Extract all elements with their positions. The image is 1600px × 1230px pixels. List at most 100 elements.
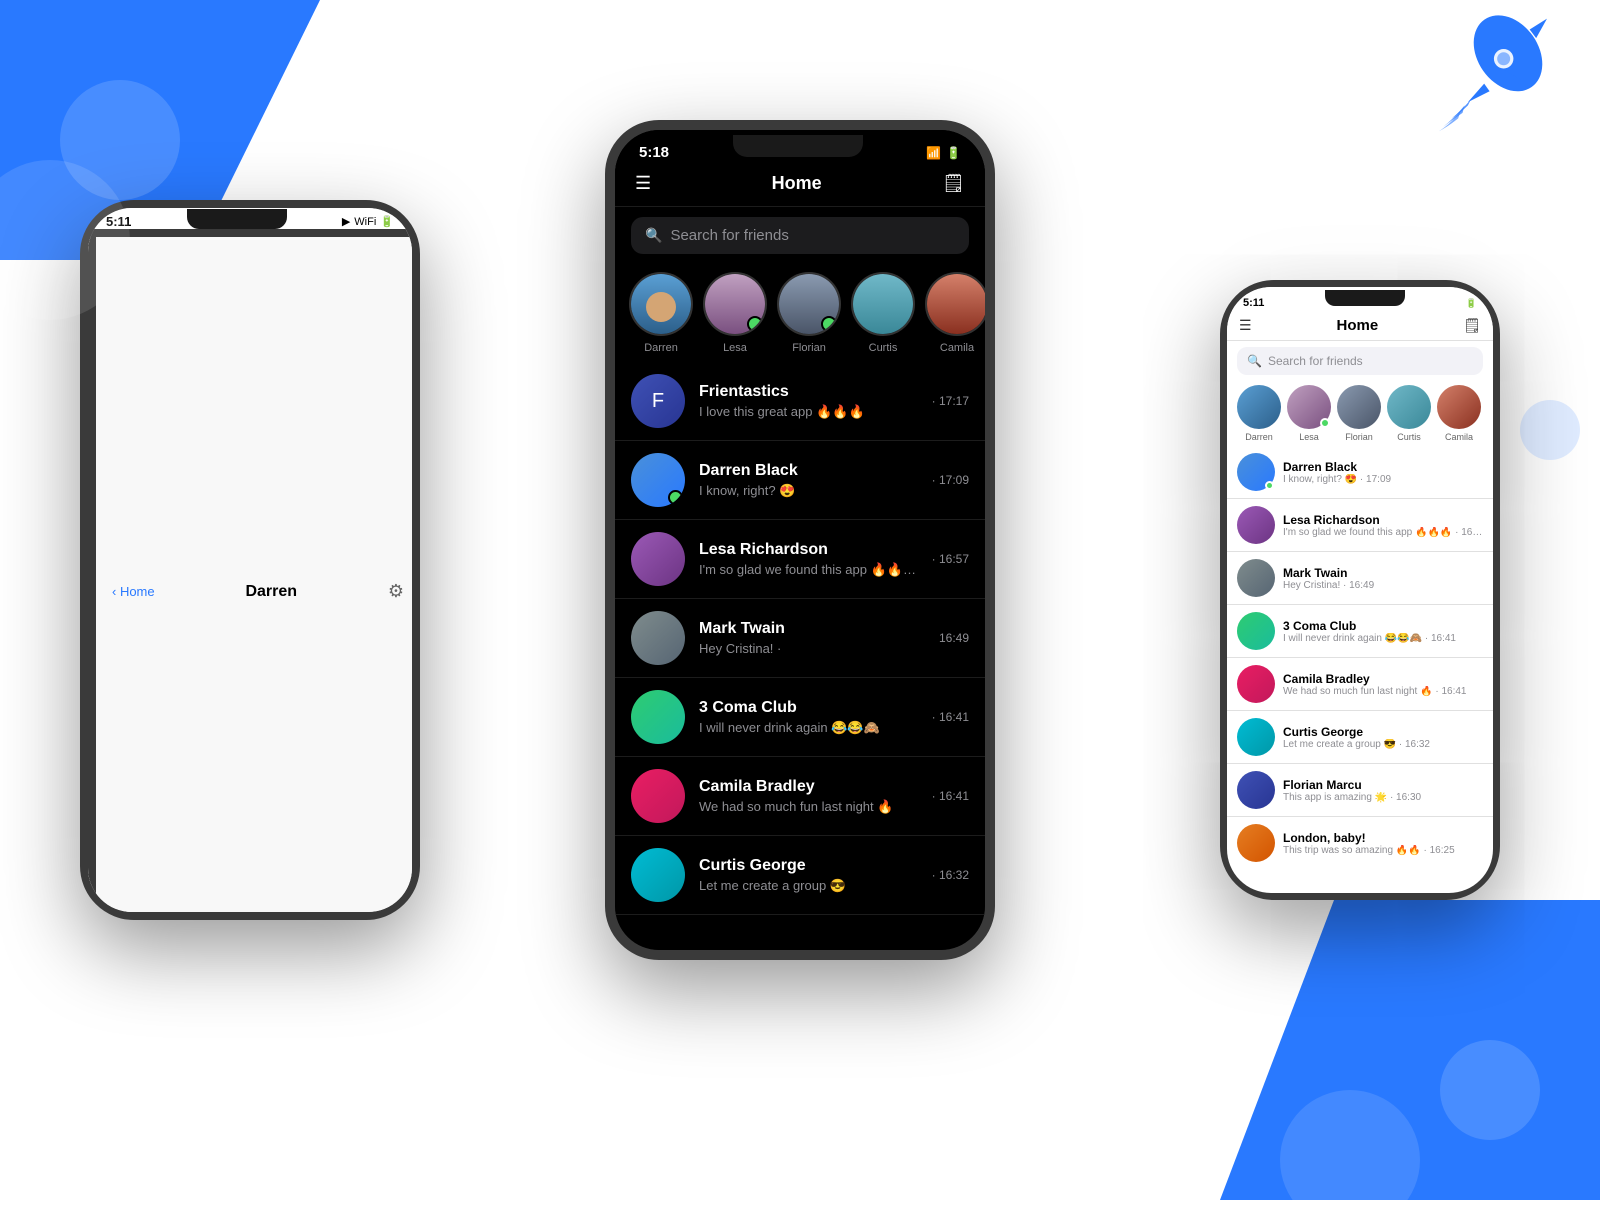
right-chat-item[interactable]: Florian Marcu This app is amazing 🌟 · 16… xyxy=(1227,764,1493,817)
right-compose-icon[interactable]: 🗒 xyxy=(1463,317,1481,334)
chat-name: Frientastics xyxy=(699,383,918,401)
right-story-avatar-darren xyxy=(1237,385,1281,429)
right-chat-avatar xyxy=(1237,718,1275,756)
right-story-label-camila: Camila xyxy=(1445,432,1473,442)
right-search-placeholder[interactable]: Search for friends xyxy=(1268,354,1363,368)
story-item-curtis[interactable]: Curtis xyxy=(851,272,915,354)
chat-preview: I know, right? 😍 xyxy=(699,483,918,499)
chat-item-lesa[interactable]: Lesa Richardson I'm so glad we found thi… xyxy=(615,520,985,599)
chat-avatar-mark xyxy=(631,611,685,665)
center-phone: 5:18 📶 🔋 ☰ Home 🗒 🔍 Search for friends xyxy=(605,120,995,960)
right-chat-item[interactable]: London, baby! This trip was so amazing 🔥… xyxy=(1227,817,1493,869)
right-story-row: Darren Lesa Florian Curtis Camila xyxy=(1227,381,1493,446)
right-phone-screen: 5:11 🔋 ☰ Home 🗒 🔍 Search for friends Dar… xyxy=(1227,287,1493,893)
right-chat-info: Mark Twain Hey Cristina! · 16:49 xyxy=(1283,566,1483,591)
right-chat-info: Darren Black I know, right? 😍 · 17:09 xyxy=(1283,460,1483,485)
right-chat-name: Florian Marcu xyxy=(1283,778,1483,792)
right-search-icon: 🔍 xyxy=(1247,354,1262,368)
chat-item-frientastics[interactable]: F Frientastics I love this great app 🔥🔥🔥… xyxy=(615,362,985,441)
chat-name: 3 Coma Club xyxy=(699,699,918,717)
right-chat-name: London, baby! xyxy=(1283,831,1483,845)
story-label-darren: Darren xyxy=(644,342,678,354)
chat-preview: Let me create a group 😎 xyxy=(699,878,918,894)
center-search-placeholder[interactable]: Search for friends xyxy=(670,227,788,244)
right-chat-info: Curtis George Let me create a group 😎 · … xyxy=(1283,725,1483,750)
chat-item-3coma[interactable]: 3 Coma Club I will never drink again 😂😂🙈… xyxy=(615,678,985,757)
right-story-florian[interactable]: Florian xyxy=(1337,385,1381,442)
right-chat-avatar xyxy=(1237,771,1275,809)
chat-avatar-lesa xyxy=(631,532,685,586)
center-chat-list: F Frientastics I love this great app 🔥🔥🔥… xyxy=(615,362,985,915)
chat-info-lesa: Lesa Richardson I'm so glad we found thi… xyxy=(699,541,918,578)
chat-avatar-darren xyxy=(631,453,685,507)
chat-avatar-camila-bradley xyxy=(631,769,685,823)
story-avatar-darren xyxy=(629,272,693,336)
right-story-lesa[interactable]: Lesa xyxy=(1287,385,1331,442)
right-header-title: Home xyxy=(1337,317,1379,334)
center-phone-screen: 5:18 📶 🔋 ☰ Home 🗒 🔍 Search for friends xyxy=(615,130,985,950)
right-chat-avatar xyxy=(1237,612,1275,650)
right-story-label-darren: Darren xyxy=(1245,432,1273,442)
center-header-title: Home xyxy=(772,173,822,194)
center-menu-icon[interactable]: ☰ xyxy=(635,173,651,194)
story-item-lesa[interactable]: Lesa xyxy=(703,272,767,354)
right-chat-list: Darren Black I know, right? 😍 · 17:09 Le… xyxy=(1227,446,1493,869)
chat-name: Lesa Richardson xyxy=(699,541,918,559)
right-story-curtis[interactable]: Curtis xyxy=(1387,385,1431,442)
right-chat-preview: This trip was so amazing 🔥🔥 · 16:25 xyxy=(1283,845,1483,856)
left-phone-screen: 5:11 ▶ WiFi 🔋 ‹ Home Darren ⚙ Hey Cristi… xyxy=(88,208,412,912)
right-story-label-florian: Florian xyxy=(1345,432,1373,442)
right-chat-item[interactable]: Lesa Richardson I'm so glad we found thi… xyxy=(1227,499,1493,552)
right-story-avatar-lesa xyxy=(1287,385,1331,429)
chat-info-mark: Mark Twain Hey Cristina! · xyxy=(699,620,925,656)
chat-preview: Hey Cristina! · xyxy=(699,641,925,656)
right-chat-item[interactable]: Darren Black I know, right? 😍 · 17:09 xyxy=(1227,446,1493,499)
story-avatar-curtis xyxy=(851,272,915,336)
right-status-icons: 🔋 xyxy=(1466,298,1477,309)
chat-info-3coma: 3 Coma Club I will never drink again 😂😂🙈 xyxy=(699,699,918,736)
chat-item-mark[interactable]: Mark Twain Hey Cristina! · 16:49 xyxy=(615,599,985,678)
right-story-darren[interactable]: Darren xyxy=(1237,385,1281,442)
story-item-florian[interactable]: Florian xyxy=(777,272,841,354)
chat-avatar-frientastics: F xyxy=(631,374,685,428)
chat-time: · 16:32 xyxy=(932,868,969,882)
story-avatar-lesa xyxy=(703,272,767,336)
chat-time: · 16:57 xyxy=(932,552,969,566)
story-label-camila: Camila xyxy=(940,342,974,354)
chat-item-darren-black[interactable]: Darren Black I know, right? 😍 · 17:09 xyxy=(615,441,985,520)
right-chat-item[interactable]: Camila Bradley We had so much fun last n… xyxy=(1227,658,1493,711)
right-menu-icon[interactable]: ☰ xyxy=(1239,317,1252,334)
right-chat-item[interactable]: Mark Twain Hey Cristina! · 16:49 xyxy=(1227,552,1493,605)
chat-item-curtis-george[interactable]: Curtis George Let me create a group 😎 · … xyxy=(615,836,985,915)
left-chat-header: ‹ Home Darren ⚙ xyxy=(88,229,412,912)
chat-avatar-curtis-george xyxy=(631,848,685,902)
right-chat-name: Curtis George xyxy=(1283,725,1483,739)
chat-item-camila-bradley[interactable]: Camila Bradley We had so much fun last n… xyxy=(615,757,985,836)
bg-circle-4 xyxy=(1280,1090,1420,1230)
left-back-button[interactable]: ‹ Home xyxy=(112,584,155,599)
chat-info-camila-bradley: Camila Bradley We had so much fun last n… xyxy=(699,778,918,815)
right-story-label-lesa: Lesa xyxy=(1299,432,1319,442)
left-status-icons: ▶ WiFi 🔋 xyxy=(342,215,394,228)
right-story-camila[interactable]: Camila xyxy=(1437,385,1481,442)
chat-preview: I'm so glad we found this app 🔥🔥🔥 xyxy=(699,562,918,578)
center-status-icons: 📶 🔋 xyxy=(926,146,961,160)
right-chat-preview: I will never drink again 😂😂🙈 · 16:41 xyxy=(1283,633,1483,644)
right-chat-item[interactable]: Curtis George Let me create a group 😎 · … xyxy=(1227,711,1493,764)
chat-info-frientastics: Frientastics I love this great app 🔥🔥🔥 xyxy=(699,383,918,420)
right-chat-name: 3 Coma Club xyxy=(1283,619,1483,633)
center-notch xyxy=(733,135,863,157)
right-chat-item[interactable]: 3 Coma Club I will never drink again 😂😂🙈… xyxy=(1227,605,1493,658)
story-item-camila[interactable]: Camila xyxy=(925,272,985,354)
right-chat-preview: We had so much fun last night 🔥 · 16:41 xyxy=(1283,686,1483,697)
right-story-avatar-curtis xyxy=(1387,385,1431,429)
story-label-lesa: Lesa xyxy=(723,342,747,354)
chat-time: · 17:17 xyxy=(932,394,969,408)
center-compose-icon[interactable]: 🗒 xyxy=(942,173,965,194)
chat-name: Darren Black xyxy=(699,462,918,480)
story-item-darren[interactable]: Darren xyxy=(629,272,693,354)
right-chat-info: London, baby! This trip was so amazing 🔥… xyxy=(1283,831,1483,856)
left-settings-icon[interactable]: ⚙ xyxy=(388,581,404,602)
center-status-time: 5:18 xyxy=(639,144,669,161)
right-chat-info: Camila Bradley We had so much fun last n… xyxy=(1283,672,1483,697)
